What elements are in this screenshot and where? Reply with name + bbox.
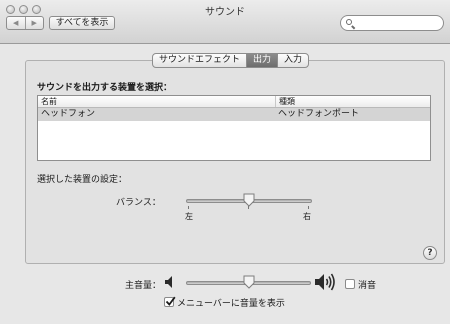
magnifier-icon: [346, 19, 352, 25]
balance-tick-right: [308, 206, 309, 209]
balance-label: バランス：: [116, 198, 161, 208]
back-button[interactable]: ◀: [7, 17, 25, 29]
device-type: ヘッドフォンポート: [278, 109, 360, 119]
chevron-right-icon: ▶: [31, 19, 37, 27]
column-header-type[interactable]: 種類: [276, 96, 295, 107]
speaker-low-icon: [165, 276, 172, 288]
help-button[interactable]: ?: [423, 246, 437, 260]
show-volume-in-menubar-label: メニューバーに音量を表示: [177, 299, 285, 309]
table-row[interactable]: ヘッドフォン ヘッドフォンポート: [38, 108, 430, 121]
mute-checkbox[interactable]: [345, 279, 355, 289]
balance-slider-thumb[interactable]: [243, 193, 255, 207]
mute-label: 消音: [358, 281, 377, 291]
master-volume-label: 主音量：: [125, 281, 162, 291]
nav-button-group: ◀ ▶: [6, 16, 44, 30]
search-field[interactable]: [340, 15, 444, 31]
window-toolbar: サウンド ◀ ▶ すべてを表示: [0, 0, 450, 44]
select-device-title: サウンドを出力する装置を選択：: [37, 83, 173, 93]
show-all-button[interactable]: すべてを表示: [49, 16, 115, 30]
checkmark-icon: [165, 296, 176, 306]
tab-output[interactable]: 出力: [246, 54, 278, 67]
chevron-left-icon: ◀: [13, 19, 19, 27]
device-table[interactable]: 名前 種類 ヘッドフォン ヘッドフォンポート: [37, 95, 431, 161]
forward-button[interactable]: ▶: [24, 17, 44, 29]
device-name: ヘッドフォン: [41, 109, 96, 119]
selected-device-settings-title: 選択した装置の設定：: [37, 175, 128, 185]
tab-sound-effects[interactable]: サウンドエフェクト: [153, 54, 246, 67]
tab-bar: サウンドエフェクト 出力 入力: [152, 53, 310, 68]
balance-tick-left: [188, 206, 189, 209]
show-volume-in-menubar-checkbox[interactable]: [164, 296, 176, 307]
speaker-high-icon: [315, 273, 335, 291]
table-header: 名前 種類: [38, 96, 430, 108]
column-header-name[interactable]: 名前: [38, 96, 276, 107]
volume-slider-thumb[interactable]: [243, 275, 255, 289]
balance-tick-center: [248, 206, 249, 209]
balance-left-label: 左: [185, 212, 193, 221]
tab-input[interactable]: 入力: [277, 54, 308, 67]
balance-right-label: 右: [303, 212, 311, 221]
